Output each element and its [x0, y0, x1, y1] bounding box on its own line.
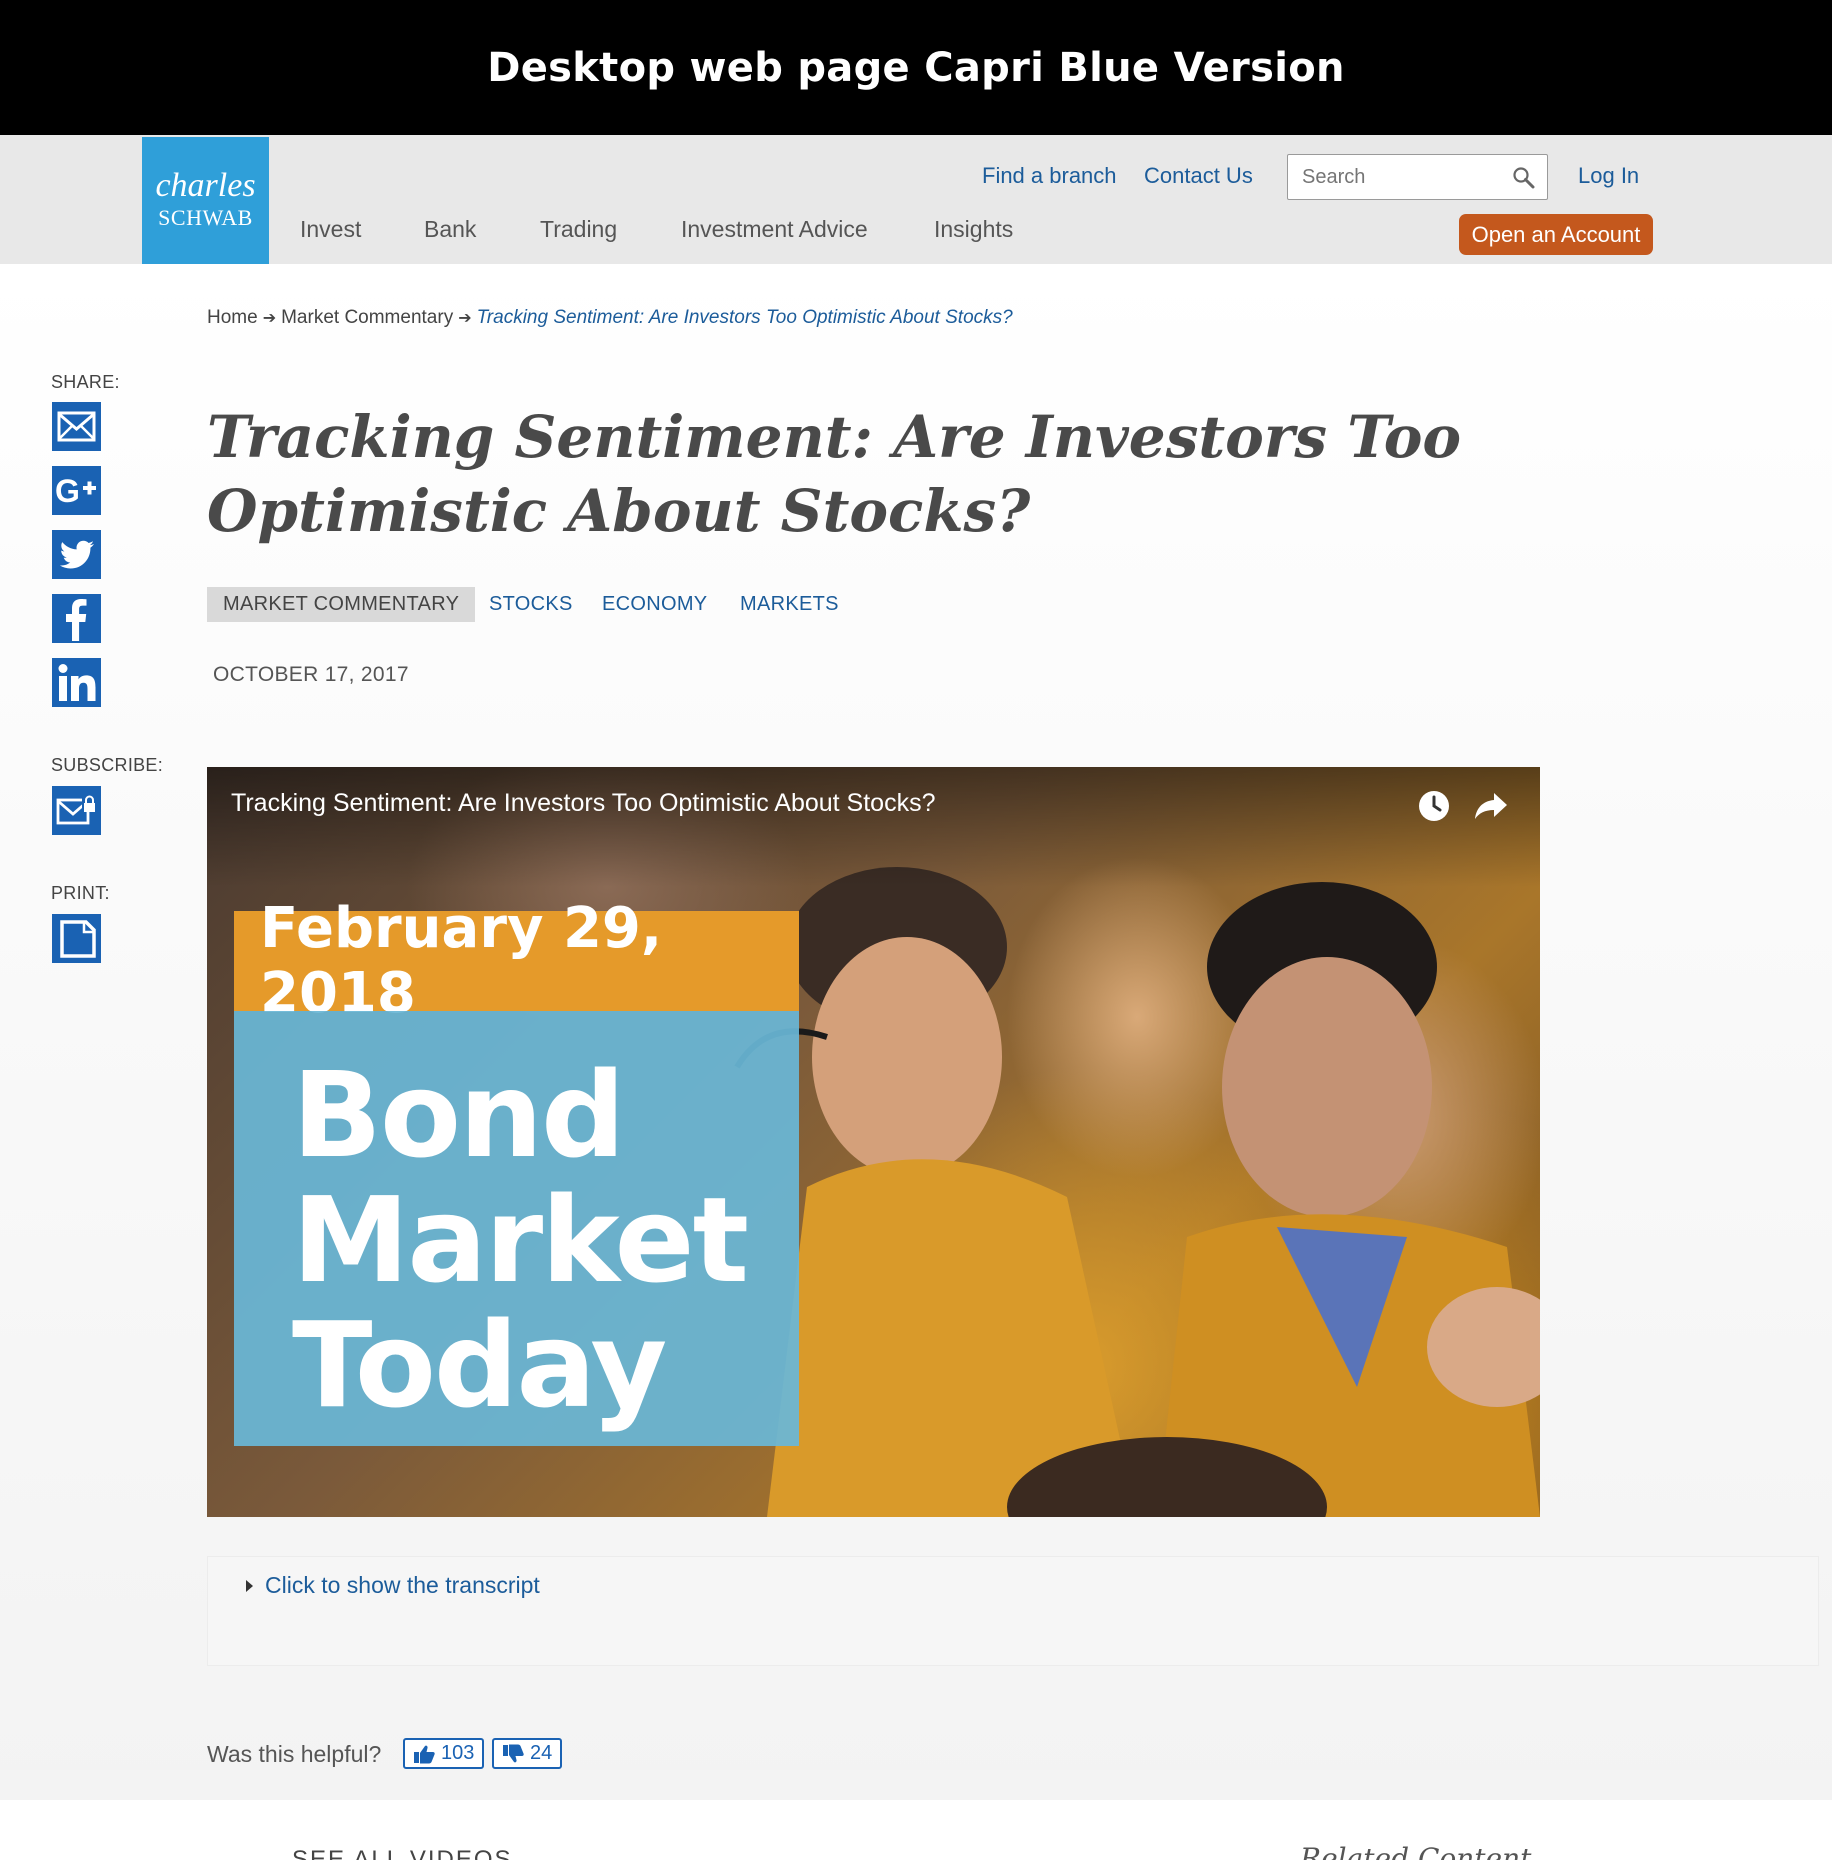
video-card-line-1: Bond — [292, 1046, 625, 1184]
tag-stocks[interactable]: STOCKS — [489, 587, 573, 622]
search-icon[interactable] — [1511, 165, 1537, 191]
breadcrumb-arrow-icon: ➔ — [458, 310, 472, 327]
breadcrumb-section[interactable]: Market Commentary — [281, 307, 453, 328]
video-card-line-2: Market — [292, 1171, 749, 1309]
breadcrumb: Home ➔ Market Commentary ➔ Tracking Sentimen… — [207, 307, 1013, 329]
video-card-line-3: Today — [292, 1296, 667, 1434]
logo-line-1: charles — [155, 167, 256, 204]
schwab-logo[interactable]: charles SCHWAB — [142, 137, 269, 264]
subscribe-label: SUBSCRIBE: — [51, 755, 164, 775]
video-top-shade — [207, 767, 1540, 887]
search-box[interactable] — [1287, 154, 1548, 200]
watch-later-icon[interactable] — [1417, 789, 1451, 823]
log-in-link[interactable]: Log In — [1578, 163, 1639, 189]
linkedin-icon[interactable] — [52, 658, 101, 707]
logo-line-2: SCHWAB — [158, 205, 253, 230]
facebook-icon[interactable] — [52, 594, 101, 643]
share-arrow-icon[interactable] — [1473, 789, 1509, 823]
share-label: SHARE: — [51, 372, 120, 392]
thumbs-down-icon — [503, 1744, 524, 1762]
nav-invest[interactable]: Invest — [300, 216, 361, 243]
transcript-toggle[interactable]: Click to show the transcript — [265, 1572, 540, 1599]
page-banner: Desktop web page Capri Blue Version — [0, 0, 1832, 135]
thumbs-down-count: 24 — [530, 1742, 553, 1764]
search-input[interactable] — [1302, 155, 1502, 199]
find-branch-link[interactable]: Find a branch — [982, 163, 1117, 189]
see-all-videos-link[interactable]: SEE ALL VIDEOS — [292, 1846, 513, 1860]
nav-trading[interactable]: Trading — [540, 216, 617, 243]
print-icon[interactable] — [52, 914, 101, 963]
breadcrumb-arrow-icon: ➔ — [262, 310, 277, 327]
breadcrumb-current: Tracking Sentiment: Are Investors Too Op… — [476, 307, 1013, 328]
video-card-date: February 29, 2018 — [234, 896, 799, 1026]
google-plus-icon[interactable]: G — [52, 466, 101, 515]
print-label: PRINT: — [51, 883, 110, 903]
thumbs-down-button[interactable]: 24 — [492, 1738, 563, 1769]
svg-text:G: G — [55, 473, 80, 509]
open-account-button[interactable]: Open an Account — [1459, 214, 1653, 255]
nav-bank[interactable]: Bank — [424, 216, 476, 243]
breadcrumb-home[interactable]: Home — [207, 307, 258, 328]
subscribe-email-icon[interactable] — [52, 786, 101, 835]
email-icon[interactable] — [52, 402, 101, 451]
helpful-question: Was this helpful? — [207, 1741, 382, 1767]
tag-economy[interactable]: ECONOMY — [602, 587, 707, 622]
transcript-panel: Click to show the transcript — [207, 1556, 1819, 1666]
nav-insights[interactable]: Insights — [934, 216, 1013, 243]
video-card-title: Bond Market Today — [234, 1011, 799, 1446]
site-header: charles SCHWAB Find a branch Contact Us … — [0, 135, 1832, 264]
video-card-date-text: February 29, 2018 — [260, 896, 663, 1026]
tag-market-commentary[interactable]: MARKET COMMENTARY — [207, 587, 476, 622]
video-player[interactable]: Tracking Sentiment: Are Investors Too Op… — [207, 767, 1540, 1517]
video-title[interactable]: Tracking Sentiment: Are Investors Too Op… — [231, 789, 935, 818]
twitter-icon[interactable] — [52, 530, 101, 579]
thumbs-up-count: 103 — [441, 1742, 475, 1764]
banner-title: Desktop web page Capri Blue Version — [487, 44, 1345, 91]
caret-right-icon[interactable] — [246, 1580, 253, 1592]
thumbs-up-icon — [414, 1745, 435, 1763]
thumbs-up-button[interactable]: 103 — [403, 1738, 485, 1769]
article-title: Tracking Sentiment: Are Investors Too Op… — [207, 403, 1462, 545]
footer-section: SEE ALL VIDEOS Related Content — [0, 1800, 1832, 1860]
tag-markets[interactable]: MARKETS — [740, 587, 839, 622]
contact-us-link[interactable]: Contact Us — [1144, 163, 1253, 189]
article-date: OCTOBER 17, 2017 — [213, 663, 409, 686]
nav-investment-advice[interactable]: Investment Advice — [681, 216, 868, 243]
related-content-heading: Related Content — [1300, 1842, 1532, 1860]
